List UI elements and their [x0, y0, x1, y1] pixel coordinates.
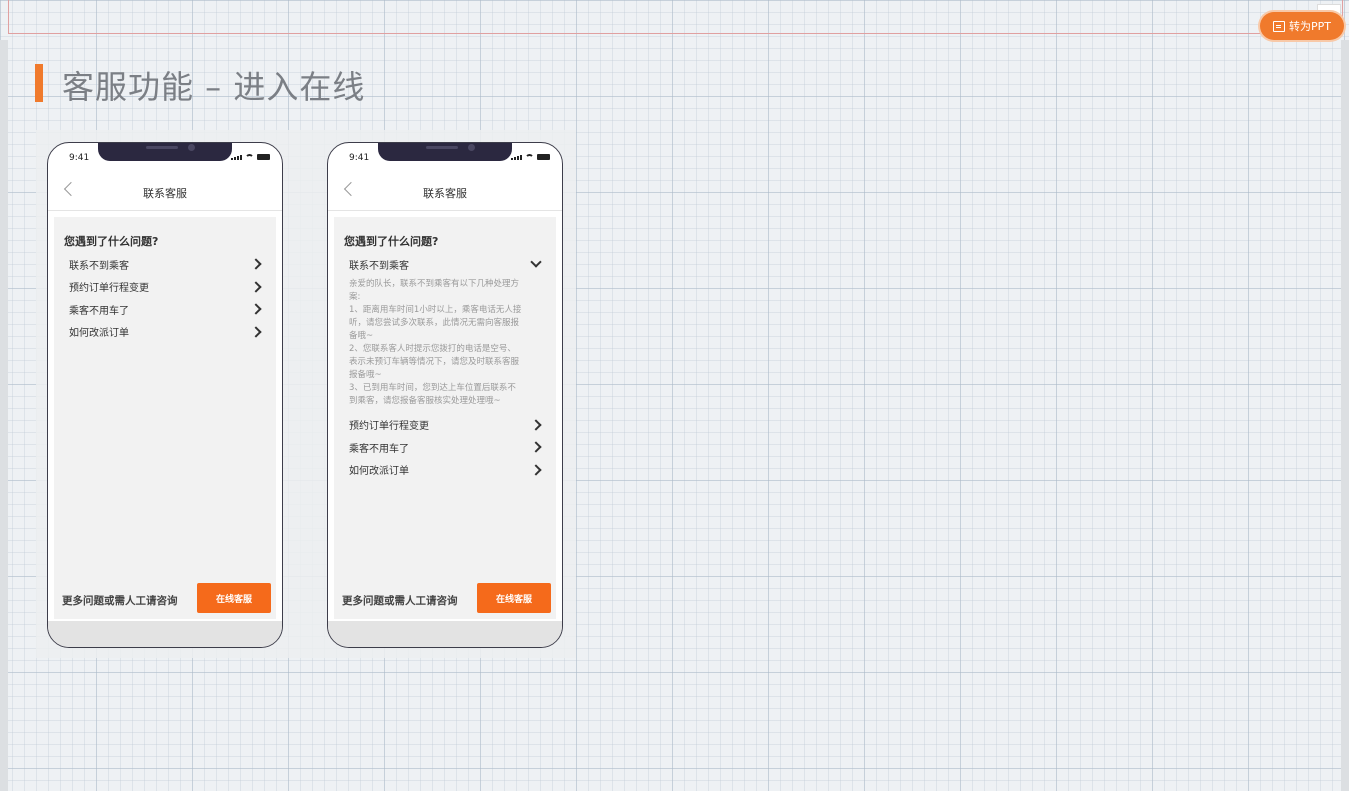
faq-item-label: 乘客不用车了 — [69, 305, 129, 317]
chevron-right-icon — [250, 326, 262, 338]
home-indicator-area — [328, 621, 562, 647]
answer-line: 2、您联系客人时提示您拨打的电话是空号、 — [349, 343, 516, 354]
convert-to-ppt-button[interactable]: 转为PPT — [1260, 12, 1344, 40]
online-service-button[interactable]: 在线客服 — [197, 583, 271, 613]
faq-item-label: 联系不到乘客 — [349, 260, 409, 272]
phone-notch — [98, 143, 232, 161]
chevron-right-icon — [530, 464, 542, 476]
faq-item[interactable]: 预约订单行程变更 — [349, 414, 544, 437]
nav-title: 联系客服 — [423, 187, 467, 200]
chevron-right-icon — [250, 281, 262, 293]
answer-line: 1、距离用车时间1小时以上，乘客电话无人接 — [349, 304, 522, 315]
answer-line: 备哦~ — [349, 330, 374, 341]
faq-item[interactable]: 预约订单行程变更 — [69, 276, 264, 299]
wifi-icon — [245, 154, 254, 160]
answer-line: 案: — [349, 291, 361, 302]
content-area: 您遇到了什么问题? 联系不到乘客 预约订单行程变更 乘客不用车了 如何改派订单 … — [54, 217, 276, 619]
faq-item[interactable]: 联系不到乘客 — [69, 253, 264, 276]
wifi-icon — [525, 154, 534, 160]
faq-item-label: 乘客不用车了 — [349, 443, 409, 455]
status-time: 9:41 — [69, 153, 90, 163]
home-indicator-area — [48, 621, 282, 647]
ppt-icon — [1273, 20, 1285, 32]
question-heading: 您遇到了什么问题? — [64, 235, 159, 248]
battery-icon — [257, 154, 270, 160]
status-time: 9:41 — [349, 153, 370, 163]
chevron-right-icon — [250, 258, 262, 270]
faq-item-label: 如何改派订单 — [69, 328, 129, 340]
answer-line: 听，请您尝试多次联系，此情况无需向客服报 — [349, 317, 520, 328]
frame-left — [0, 40, 8, 791]
battery-icon — [537, 154, 550, 160]
faq-item-label: 联系不到乘客 — [69, 260, 129, 272]
status-icons — [511, 154, 550, 160]
signal-icon — [511, 155, 522, 160]
faq-item[interactable]: 如何改派订单 — [349, 459, 544, 482]
question-heading: 您遇到了什么问题? — [344, 235, 439, 248]
chevron-right-icon — [530, 419, 542, 431]
nav-bar: 联系客服 — [48, 169, 282, 211]
signal-icon — [231, 155, 242, 160]
faq-item-expanded[interactable]: 联系不到乘客 — [349, 253, 544, 276]
answer-line: 到乘客，请您报备客服核实处理处理哦~ — [349, 395, 501, 406]
slide-title: 客服功能 – 进入在线 — [62, 68, 366, 106]
online-service-button[interactable]: 在线客服 — [477, 583, 551, 613]
nav-title: 联系客服 — [143, 187, 187, 200]
answer-line: 表示未预订车辆等情况下，请您及时联系客服 — [349, 356, 520, 367]
faq-item[interactable]: 如何改派订单 — [69, 321, 264, 344]
faq-item-label: 预约订单行程变更 — [69, 283, 149, 295]
status-icons — [231, 154, 270, 160]
chevron-right-icon — [530, 441, 542, 453]
chevron-down-icon — [530, 256, 542, 268]
faq-item[interactable]: 乘客不用车了 — [69, 298, 264, 321]
content-area: 您遇到了什么问题? 联系不到乘客 亲爱的队长，联系不到乘客有以下几种处理方 案:… — [334, 217, 556, 619]
faq-answer: 亲爱的队长，联系不到乘客有以下几种处理方 案: 1、距离用车时间1小时以上，乘客… — [349, 278, 544, 408]
phone-mockup-collapsed: 9:41 联系客服 您遇到了什么问题? 联系不到乘客 预约订单行程变更 乘客不用… — [47, 142, 283, 648]
top-strip — [8, 0, 1343, 34]
answer-line: 报备哦~ — [349, 369, 382, 380]
faq-list: 联系不到乘客 亲爱的队长，联系不到乘客有以下几种处理方 案: 1、距离用车时间1… — [349, 253, 544, 481]
faq-item-label: 预约订单行程变更 — [349, 421, 429, 433]
answer-line: 3、已到用车时间，您到达上车位置后联系不 — [349, 382, 516, 393]
footer-text: 更多问题或需人工请咨询 — [62, 595, 178, 607]
answer-line: 亲爱的队长，联系不到乘客有以下几种处理方 — [349, 278, 520, 289]
faq-item[interactable]: 乘客不用车了 — [349, 436, 544, 459]
frame-right — [1341, 40, 1349, 791]
title-accent-bar — [35, 64, 43, 102]
phone-notch — [378, 143, 512, 161]
ppt-button-label: 转为PPT — [1289, 20, 1331, 33]
faq-list: 联系不到乘客 预约订单行程变更 乘客不用车了 如何改派订单 — [69, 253, 264, 343]
footer-text: 更多问题或需人工请咨询 — [342, 595, 458, 607]
nav-bar: 联系客服 — [328, 169, 562, 211]
faq-item-label: 如何改派订单 — [349, 466, 409, 478]
chevron-right-icon — [250, 303, 262, 315]
phone-mockup-expanded: 9:41 联系客服 您遇到了什么问题? 联系不到乘客 亲爱的队长，联系不到乘客有… — [327, 142, 563, 648]
